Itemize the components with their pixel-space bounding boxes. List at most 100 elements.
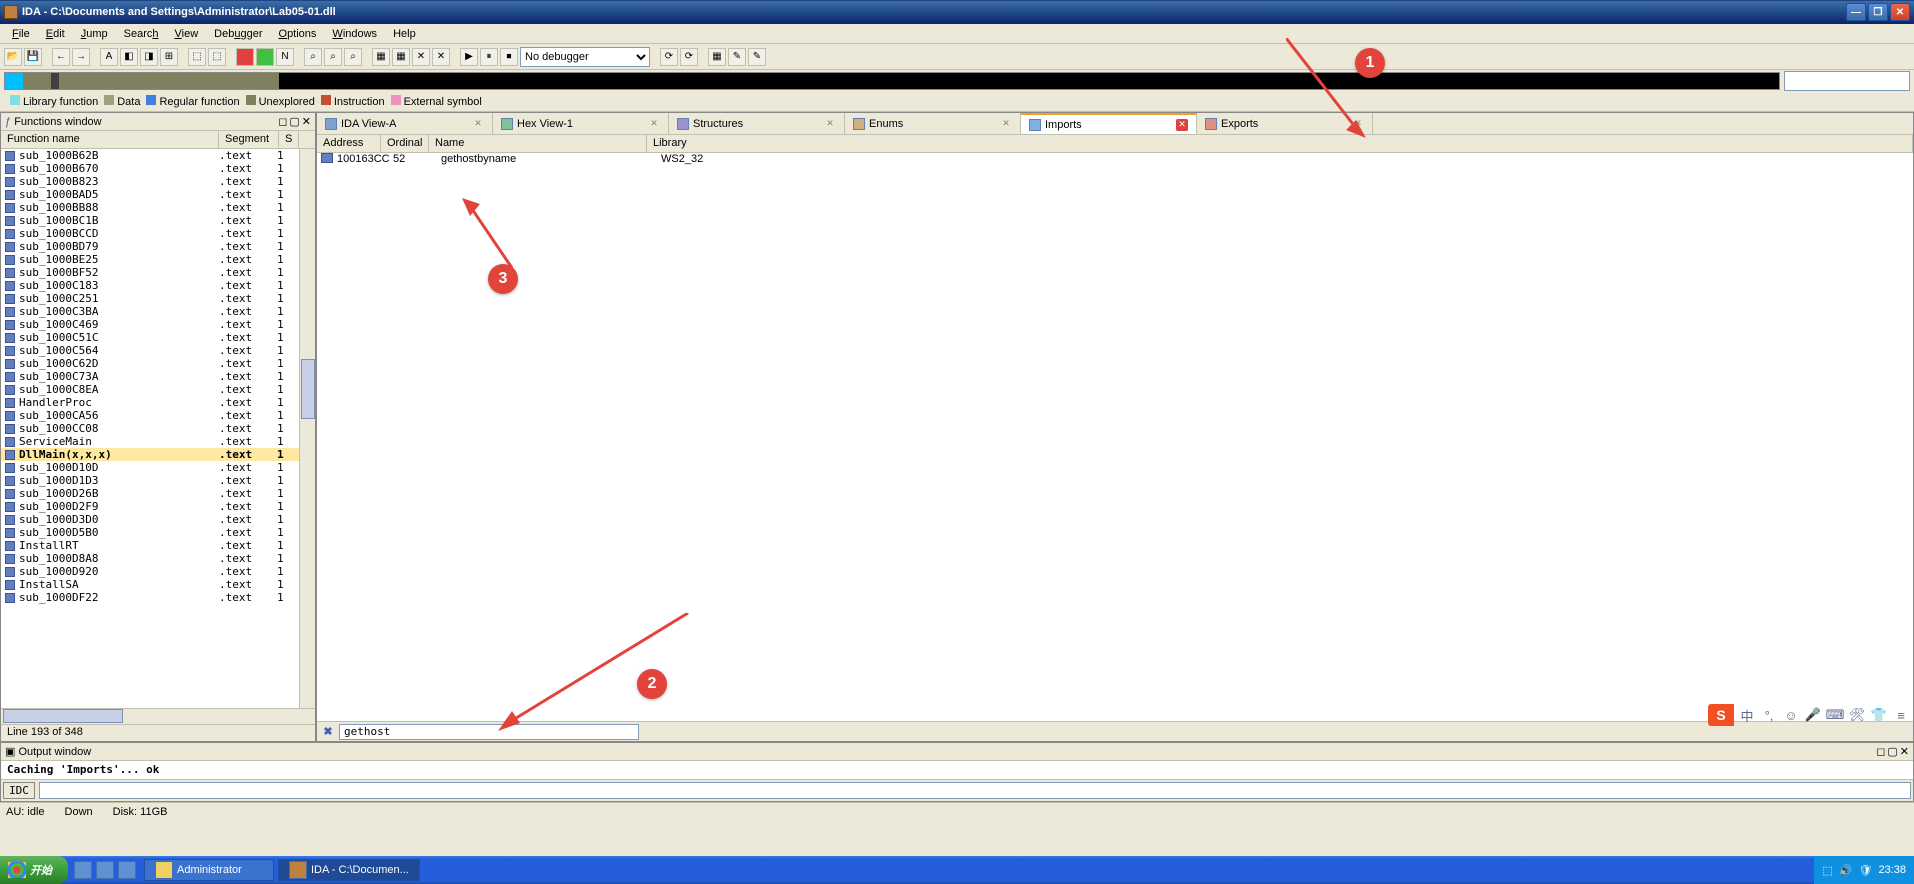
tool-btn[interactable]: ◧ (120, 48, 138, 66)
horizontal-scrollbar[interactable] (1, 708, 315, 724)
clear-filter-icon[interactable]: ✖ (321, 725, 335, 739)
ime-punct-icon[interactable]: °, (1760, 706, 1778, 724)
tab-close-icon[interactable]: ✕ (472, 118, 484, 130)
function-row[interactable]: sub_1000B62B.text1 (1, 149, 315, 162)
tool-btn[interactable]: ✕ (432, 48, 450, 66)
tool-btn[interactable]: ⌕ (344, 48, 362, 66)
ime-toolbar[interactable]: S 中 °, ☺ 🎤 ⌨ 🛠 👕 ≡ (1708, 704, 1910, 726)
tool-btn[interactable]: A (100, 48, 118, 66)
function-row[interactable]: sub_1000B823.text1 (1, 175, 315, 188)
function-row[interactable]: sub_1000BF52.text1 (1, 266, 315, 279)
function-row[interactable]: sub_1000BCCD.text1 (1, 227, 315, 240)
tool-btn[interactable]: ⬚ (208, 48, 226, 66)
taskbar-app-ida[interactable]: IDA - C:\Documen... (278, 859, 420, 881)
tool-btn[interactable]: ✎ (748, 48, 766, 66)
function-row[interactable]: sub_1000D8A8.text1 (1, 552, 315, 565)
function-row[interactable]: ServiceMain.text1 (1, 435, 315, 448)
menu-file[interactable]: File (4, 26, 38, 42)
pane-dock-button[interactable]: ◻ (1876, 745, 1885, 758)
menu-debugger[interactable]: Debugger (206, 26, 270, 42)
tray-icon[interactable]: 🔊 (1839, 864, 1853, 877)
function-row[interactable]: sub_1000C8EA.text1 (1, 383, 315, 396)
fwd-button[interactable]: → (72, 48, 90, 66)
close-button[interactable]: ✕ (1890, 3, 1910, 21)
function-row[interactable]: sub_1000C3BA.text1 (1, 305, 315, 318)
function-row[interactable]: sub_1000D2F9.text1 (1, 500, 315, 513)
tool-btn[interactable] (236, 48, 254, 66)
ime-menu-icon[interactable]: ≡ (1892, 706, 1910, 724)
function-row[interactable]: sub_1000CA56.text1 (1, 409, 315, 422)
function-row[interactable]: sub_1000DF22.text1 (1, 591, 315, 604)
debugger-select[interactable]: No debugger (520, 47, 650, 67)
open-button[interactable]: 📂 (4, 48, 22, 66)
ime-keyboard-icon[interactable]: ⌨ (1826, 706, 1844, 724)
tab-close-icon[interactable]: ✕ (1000, 118, 1012, 130)
functions-header[interactable]: Function name Segment S (1, 131, 315, 149)
functions-list[interactable]: sub_1000B62B.text1sub_1000B670.text1sub_… (1, 149, 315, 708)
menu-windows[interactable]: Windows (324, 26, 385, 42)
imports-header[interactable]: Address Ordinal Name Library (317, 135, 1913, 153)
function-row[interactable]: sub_1000D5B0.text1 (1, 526, 315, 539)
pane-close-button[interactable]: ✕ (1900, 745, 1909, 758)
save-button[interactable]: 💾 (24, 48, 42, 66)
tray-icon[interactable]: 🛡 (1859, 864, 1873, 877)
function-row[interactable]: sub_1000BE25.text1 (1, 253, 315, 266)
minimize-button[interactable]: — (1846, 3, 1866, 21)
menu-jump[interactable]: Jump (73, 26, 116, 42)
function-row[interactable]: sub_1000BAD5.text1 (1, 188, 315, 201)
tool-btn[interactable]: N (276, 48, 294, 66)
tool-btn[interactable]: ⬚ (188, 48, 206, 66)
tool-btn[interactable]: ✎ (728, 48, 746, 66)
tab-imports[interactable]: Imports✕ (1021, 113, 1197, 134)
scroll-thumb[interactable] (301, 359, 315, 419)
tool-btn[interactable]: ▦ (708, 48, 726, 66)
function-row[interactable]: InstallSA.text1 (1, 578, 315, 591)
function-row[interactable]: sub_1000C564.text1 (1, 344, 315, 357)
function-row[interactable]: DllMain(x,x,x).text1 (1, 448, 315, 461)
tool-btn[interactable]: ⊞ (160, 48, 178, 66)
start-button[interactable]: 开始 (0, 856, 68, 884)
function-row[interactable]: sub_1000C183.text1 (1, 279, 315, 292)
pane-close-button[interactable]: ✕ (302, 115, 311, 128)
function-row[interactable]: sub_1000D3D0.text1 (1, 513, 315, 526)
quicklaunch-ie-icon[interactable] (74, 861, 92, 879)
toolbar-search[interactable] (1784, 71, 1910, 91)
pane-max-button[interactable]: ▢ (1887, 745, 1897, 758)
function-row[interactable]: sub_1000D10D.text1 (1, 461, 315, 474)
tool-btn[interactable]: ▦ (392, 48, 410, 66)
tab-close-icon[interactable]: ✕ (1176, 119, 1188, 131)
function-row[interactable]: sub_1000BC1B.text1 (1, 214, 315, 227)
tool-btn[interactable]: ⌕ (324, 48, 342, 66)
clock[interactable]: 23:38 (1878, 864, 1906, 876)
tool-btn[interactable]: ✕ (412, 48, 430, 66)
tool-btn[interactable]: ⟳ (680, 48, 698, 66)
function-row[interactable]: sub_1000BD79.text1 (1, 240, 315, 253)
tab-close-icon[interactable]: ✕ (648, 118, 660, 130)
tool-btn[interactable]: ▦ (372, 48, 390, 66)
menu-options[interactable]: Options (271, 26, 325, 42)
function-row[interactable]: HandlerProc.text1 (1, 396, 315, 409)
scroll-thumb[interactable] (3, 709, 123, 723)
tab-structures[interactable]: Structures✕ (669, 113, 845, 134)
tool-btn[interactable]: ⟳ (660, 48, 678, 66)
back-button[interactable]: ← (52, 48, 70, 66)
tray-icon[interactable]: ⬚ (1822, 864, 1832, 877)
function-row[interactable]: InstallRT.text1 (1, 539, 315, 552)
menu-search[interactable]: Search (116, 26, 167, 42)
sogou-icon[interactable]: S (1708, 704, 1734, 726)
tab-hex-view[interactable]: Hex View-1✕ (493, 113, 669, 134)
function-row[interactable]: sub_1000C51C.text1 (1, 331, 315, 344)
tool-btn[interactable] (256, 48, 274, 66)
function-row[interactable]: sub_1000D920.text1 (1, 565, 315, 578)
function-row[interactable]: sub_1000C469.text1 (1, 318, 315, 331)
function-row[interactable]: sub_1000C73A.text1 (1, 370, 315, 383)
menu-view[interactable]: View (167, 26, 207, 42)
tab-ida-view[interactable]: IDA View-A✕ (317, 113, 493, 134)
navigation-band[interactable] (4, 72, 1780, 90)
function-row[interactable]: sub_1000B670.text1 (1, 162, 315, 175)
pane-max-button[interactable]: ▢ (289, 115, 299, 128)
menu-help[interactable]: Help (385, 26, 424, 42)
tab-enums[interactable]: Enums✕ (845, 113, 1021, 134)
quicklaunch-desktop-icon[interactable] (96, 861, 114, 879)
maximize-button[interactable]: ❐ (1868, 3, 1888, 21)
